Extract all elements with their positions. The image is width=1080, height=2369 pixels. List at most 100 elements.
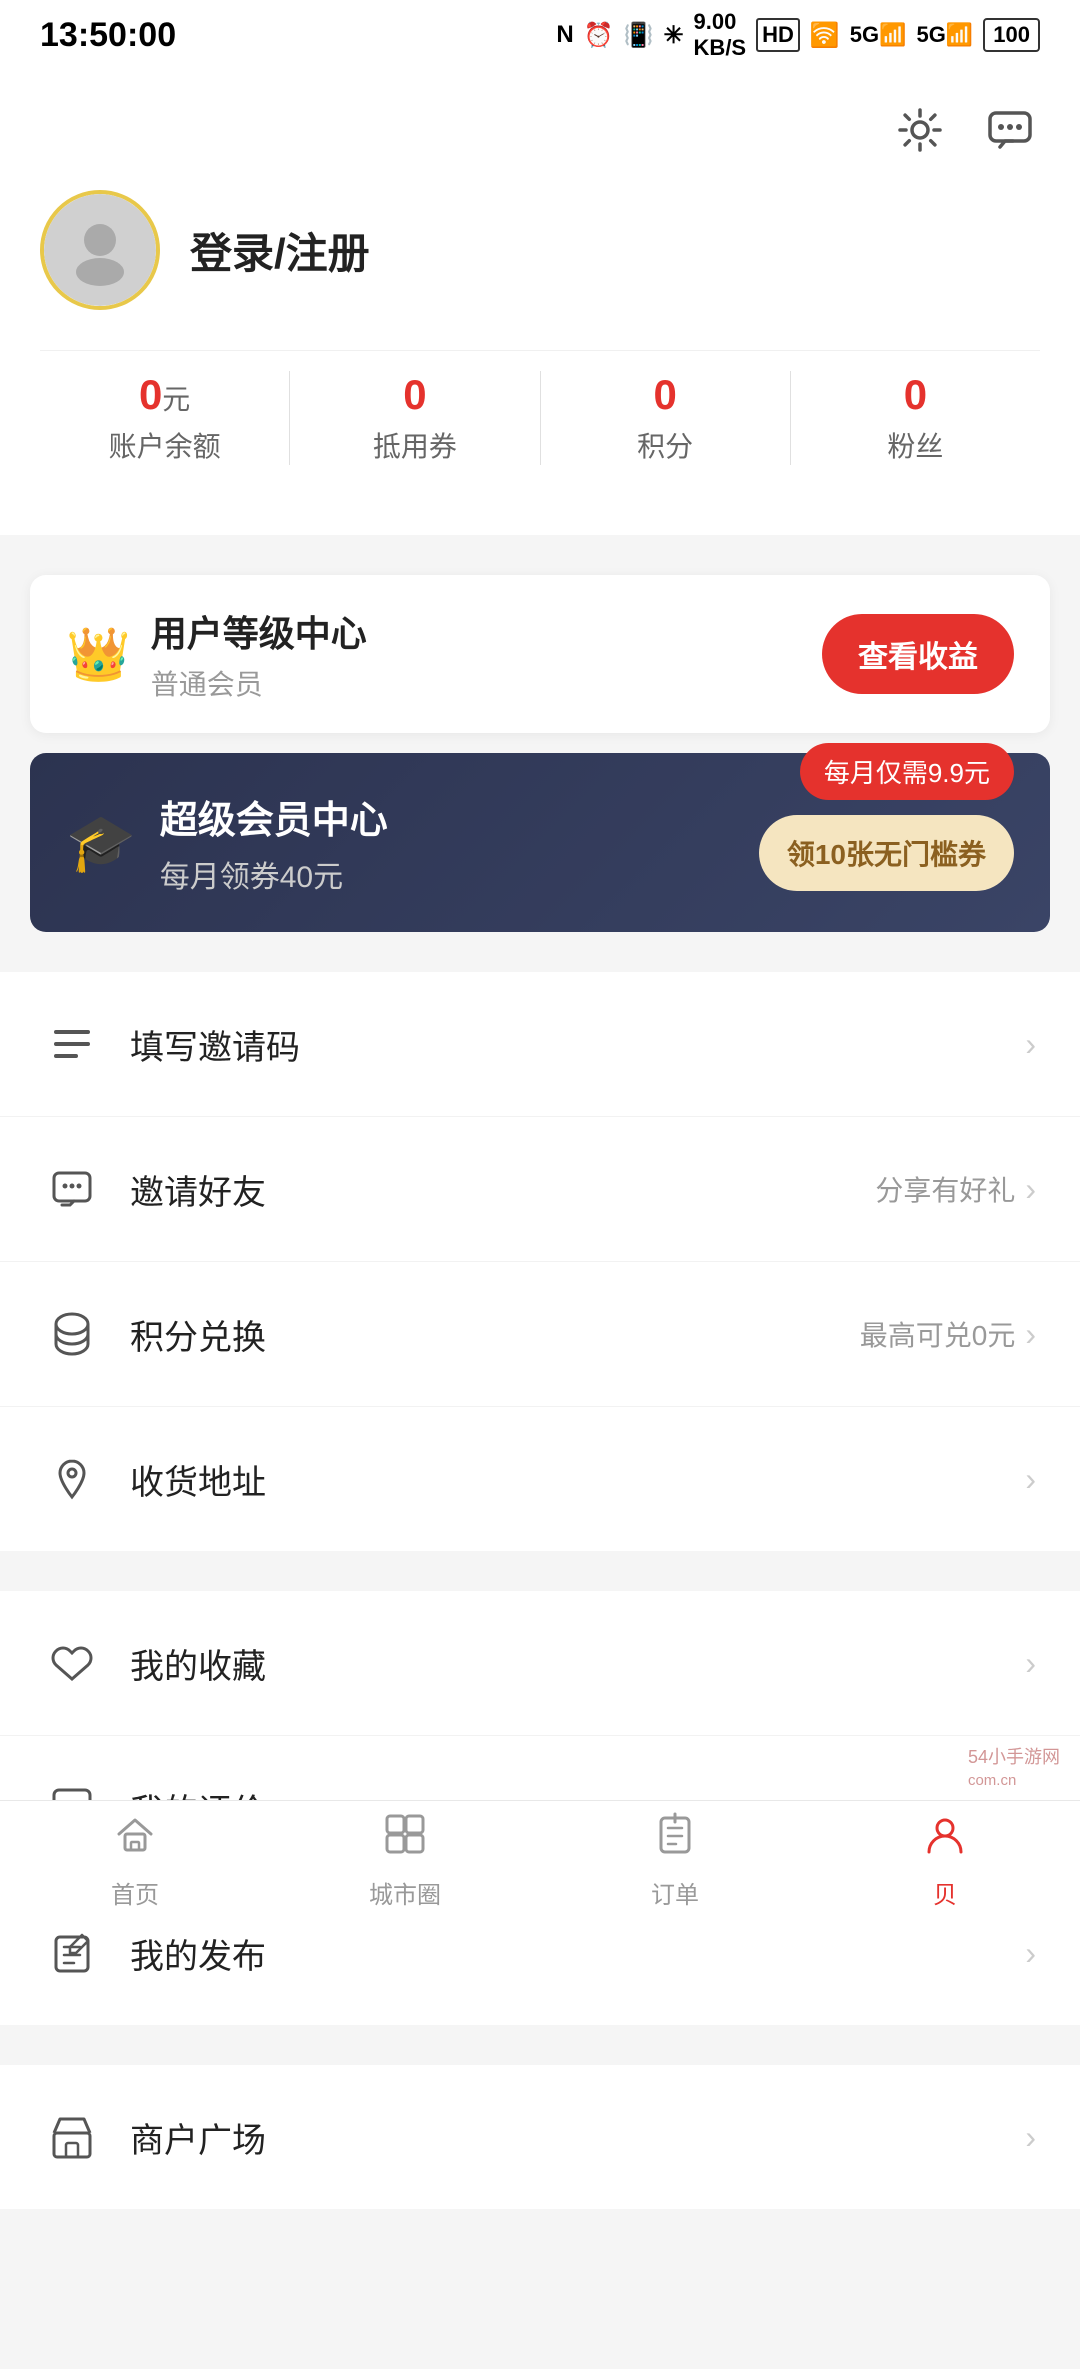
stat-points-label: 积分	[541, 425, 790, 465]
chevron-icon-5: ›	[1025, 1645, 1036, 1682]
divider-2	[0, 952, 1080, 972]
get-coupon-button[interactable]: 领10张无门槛券	[759, 815, 1014, 891]
stat-fans-value: 0	[791, 371, 1040, 419]
chevron-icon-3: ›	[1025, 1316, 1036, 1353]
stat-balance[interactable]: 0元 账户余额	[40, 371, 290, 465]
menu-group-1: 填写邀请码 › 邀请好友 分享有好礼 ›	[0, 972, 1080, 1551]
points-exchange-icon	[44, 1306, 100, 1362]
nav-profile-label: 贝	[933, 1875, 957, 1910]
favorites-icon	[44, 1635, 100, 1691]
banner-subtitle: 每月领券40元	[160, 852, 759, 896]
menu-item-points-exchange[interactable]: 积分兑换 最高可兑0元 ›	[0, 1262, 1080, 1407]
nav-orders[interactable]: 订单	[540, 1812, 810, 1910]
invite-friends-right: 分享有好礼 ›	[875, 1169, 1036, 1209]
login-register-text[interactable]: 登录/注册	[190, 220, 370, 281]
menu-item-invite-code[interactable]: 填写邀请码 ›	[0, 972, 1080, 1117]
chevron-icon-8: ›	[1025, 2119, 1036, 2156]
banner-title: 超级会员中心	[160, 789, 759, 844]
divider-4	[0, 2045, 1080, 2065]
divider-3	[0, 1571, 1080, 1591]
crown-icon: 👑	[66, 624, 131, 685]
menu-item-invite-friends[interactable]: 邀请好友 分享有好礼 ›	[0, 1117, 1080, 1262]
points-exchange-right: 最高可兑0元 ›	[860, 1314, 1036, 1354]
stat-fans-label: 粉丝	[791, 425, 1040, 465]
level-card[interactable]: 👑 用户等级中心 普通会员 查看收益	[30, 575, 1050, 733]
price-badge: 每月仅需9.9元	[800, 743, 1014, 800]
super-member-banner[interactable]: 🎓 超级会员中心 每月领券40元 每月仅需9.9元 领10张无门槛券	[30, 753, 1050, 932]
stat-balance-label: 账户余额	[40, 425, 289, 465]
status-icons: N ⏰ 📳 ✳ 9.00KB/S HD 🛜 5G📶 5G📶 100	[556, 9, 1040, 61]
stat-fans[interactable]: 0 粉丝	[791, 371, 1040, 465]
menu-group-3: 商户广场 ›	[0, 2065, 1080, 2209]
banner-actions: 每月仅需9.9元 领10张无门槛券	[759, 795, 1014, 891]
invite-friends-label: 邀请好友	[130, 1165, 875, 1214]
chevron-icon-2: ›	[1025, 1171, 1036, 1208]
status-time: 13:50:00	[40, 16, 176, 55]
orders-icon	[653, 1812, 697, 1867]
nav-city-circle[interactable]: 城市圈	[270, 1812, 540, 1910]
level-title: 用户等级中心	[151, 605, 822, 657]
nav-orders-label: 订单	[651, 1875, 699, 1910]
message-button[interactable]	[980, 100, 1040, 160]
posts-right: ›	[1025, 1935, 1036, 1972]
profile-icon	[923, 1812, 967, 1867]
user-profile[interactable]: 登录/注册	[40, 190, 1040, 350]
stat-points[interactable]: 0 积分	[541, 371, 791, 465]
status-bar: 13:50:00 N ⏰ 📳 ✳ 9.00KB/S HD 🛜 5G📶 5G📶 1…	[0, 0, 1080, 70]
posts-icon	[44, 1925, 100, 1981]
stat-coupon[interactable]: 0 抵用券	[290, 371, 540, 465]
header-actions	[40, 100, 1040, 160]
invite-code-icon	[44, 1016, 100, 1072]
nav-home-label: 首页	[111, 1875, 159, 1910]
address-label: 收货地址	[130, 1455, 1025, 1504]
view-earnings-button[interactable]: 查看收益	[822, 614, 1014, 694]
merchant-label: 商户广场	[130, 2113, 1025, 2162]
stat-coupon-label: 抵用券	[290, 425, 539, 465]
battery-icon: 100	[983, 18, 1040, 52]
header: 登录/注册 0元 账户余额 0 抵用券 0 积分 0 粉丝	[0, 70, 1080, 535]
level-subtitle: 普通会员	[151, 663, 822, 703]
wifi-icon: 🛜	[810, 21, 840, 50]
nav-home[interactable]: 首页	[0, 1812, 270, 1910]
avatar[interactable]	[40, 190, 160, 310]
menu-item-address[interactable]: 收货地址 ›	[0, 1407, 1080, 1551]
banner-info: 超级会员中心 每月领券40元	[160, 789, 759, 896]
merchant-icon	[44, 2109, 100, 2165]
vibrate-icon: 📳	[624, 21, 654, 50]
stat-balance-value: 0元	[40, 371, 289, 419]
signal-5g-1: 5G📶	[850, 22, 907, 48]
chevron-icon-7: ›	[1025, 1935, 1036, 1972]
nav-city-label: 城市圈	[369, 1875, 441, 1910]
posts-label: 我的发布	[130, 1929, 1025, 1978]
graduation-icon: 🎓	[66, 810, 136, 876]
address-icon	[44, 1451, 100, 1507]
chevron-icon: ›	[1025, 1026, 1036, 1063]
favorites-label: 我的收藏	[130, 1639, 1025, 1688]
avatar-inner	[44, 194, 156, 306]
home-icon	[113, 1812, 157, 1867]
chevron-icon-4: ›	[1025, 1461, 1036, 1498]
bluetooth-icon: ✳	[663, 21, 683, 50]
alarm-icon: ⏰	[584, 21, 614, 50]
stats-row: 0元 账户余额 0 抵用券 0 积分 0 粉丝	[40, 350, 1040, 495]
menu-item-favorites[interactable]: 我的收藏 ›	[0, 1591, 1080, 1736]
divider-1	[0, 535, 1080, 555]
city-circle-icon	[383, 1812, 427, 1867]
nfc-icon: N	[556, 21, 573, 49]
signal-5g-2: 5G📶	[917, 22, 974, 48]
invite-code-right: ›	[1025, 1026, 1036, 1063]
invite-friends-icon	[44, 1161, 100, 1217]
merchant-right: ›	[1025, 2119, 1036, 2156]
nav-profile[interactable]: 贝	[810, 1812, 1080, 1910]
network-speed: 9.00KB/S	[694, 9, 747, 61]
stat-points-value: 0	[541, 371, 790, 419]
menu-item-merchant[interactable]: 商户广场 ›	[0, 2065, 1080, 2209]
address-right: ›	[1025, 1461, 1036, 1498]
settings-button[interactable]	[890, 100, 950, 160]
points-exchange-label: 积分兑换	[130, 1310, 860, 1359]
invite-code-label: 填写邀请码	[130, 1020, 1025, 1069]
hd-icon: HD	[756, 18, 800, 52]
stat-coupon-value: 0	[290, 371, 539, 419]
watermark: 54小手游网com.cn	[968, 1743, 1060, 1790]
level-info: 用户等级中心 普通会员	[151, 605, 822, 703]
